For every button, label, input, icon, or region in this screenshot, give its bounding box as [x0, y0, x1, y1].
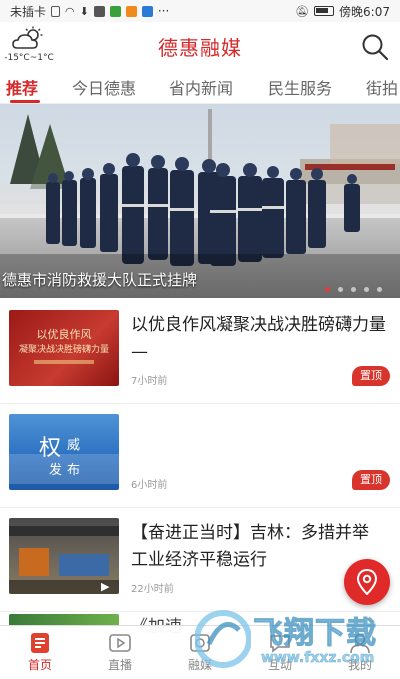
news-item[interactable]: ▶ 【奋进正当时】吉林：多措并举 工业经济平稳运行 22小时前: [0, 508, 400, 612]
wifi-icon: ◠: [65, 4, 75, 18]
thumb-machine: [59, 554, 109, 576]
thumb-machine: [19, 548, 49, 576]
pinned-badge: 置顶: [352, 366, 390, 386]
news-thumbnail: 以优良作风 凝聚决战决胜磅礴力量: [9, 310, 119, 386]
more-icon: ···: [157, 4, 170, 18]
news-item[interactable]: 权 威 发 布 6小时前 置顶: [0, 404, 400, 508]
thumb-text: 发: [49, 463, 63, 478]
nav-media[interactable]: 融媒: [160, 626, 240, 679]
thumb-text: 凝聚决战决胜磅礴力量: [18, 345, 109, 355]
nav-label: 融媒: [187, 658, 212, 672]
nav-home[interactable]: 首页: [0, 626, 80, 679]
nav-interact[interactable]: 互动: [240, 626, 320, 679]
tab-indicator: [10, 100, 40, 103]
pinned-badge: 置顶: [352, 470, 390, 490]
thumb-divider: [34, 360, 94, 364]
thumb-text: 以优良作风: [36, 328, 92, 341]
play-icon: ▶: [101, 580, 110, 593]
thumb-text: 权: [39, 436, 62, 461]
app-header: -15°C~1°C 德惠融媒: [0, 22, 400, 70]
tab-recommend[interactable]: 推荐: [6, 75, 38, 99]
app-notify-icon-blue: [141, 5, 153, 17]
news-time: 6小时前: [131, 480, 168, 491]
location-pin-icon: [356, 569, 378, 595]
news-thumbnail: 权 威 发 布: [9, 414, 119, 490]
carousel-dot[interactable]: [351, 287, 356, 292]
nav-label: 互动: [267, 658, 292, 672]
sim-icon: [51, 5, 61, 17]
search-icon[interactable]: [360, 32, 390, 62]
app-notify-icon: [93, 5, 105, 17]
location-button[interactable]: [344, 559, 390, 605]
status-bar: 未插卡 ◠ ⬇ ··· 🔕︎ 傍晚6:07: [0, 0, 400, 22]
battery-icon: [314, 6, 335, 16]
thumb-roof: [9, 526, 119, 536]
app-notify-icon-green: [109, 5, 121, 17]
category-tabs: 推荐 今日德惠 省内新闻 民生服务 街拍: [0, 70, 400, 104]
news-title: 以优良作风凝聚决战决胜磅礴力量—: [131, 315, 386, 362]
bottom-nav: 首页 直播 融媒 互动 我的: [0, 625, 400, 679]
live-icon: [109, 634, 131, 652]
thumb-wave: [9, 454, 119, 484]
carousel-dot[interactable]: [377, 287, 382, 292]
news-item[interactable]: 以优良作风 凝聚决战决胜磅礴力量 以优良作风凝聚决战决胜磅礴力量— 7小时前 置…: [0, 300, 400, 404]
mute-icon: 🔕︎: [295, 4, 310, 18]
download-icon: ⬇: [79, 4, 89, 18]
nav-label: 直播: [107, 658, 132, 672]
media-icon: [190, 634, 210, 652]
thumb-text: 威: [67, 438, 81, 453]
news-time: 22小时前: [131, 584, 174, 595]
nav-label: 我的: [347, 658, 372, 672]
carrier-text: 未插卡: [10, 4, 47, 19]
app-notify-icon-orange: [125, 5, 137, 17]
carousel-dot[interactable]: [364, 287, 369, 292]
tab-province-news[interactable]: 省内新闻: [169, 75, 233, 99]
carousel-dots: [325, 287, 382, 292]
carousel-dot[interactable]: [325, 287, 330, 292]
tab-street-photo[interactable]: 街拍: [366, 75, 398, 99]
news-thumbnail: ▶: [9, 518, 119, 594]
interact-icon: [270, 635, 290, 653]
carousel-dot[interactable]: [338, 287, 343, 292]
nav-live[interactable]: 直播: [80, 626, 160, 679]
tab-today-dehui[interactable]: 今日德惠: [72, 75, 136, 99]
clock-text: 傍晚6:07: [339, 4, 390, 19]
tab-livelihood[interactable]: 民生服务: [268, 75, 332, 99]
news-time: 7小时前: [131, 376, 168, 387]
nav-label: 首页: [27, 658, 52, 672]
app-title: 德惠融媒: [158, 36, 242, 60]
thumb-text: 布: [67, 463, 81, 478]
profile-icon: [350, 633, 370, 654]
home-icon: [31, 633, 49, 653]
nav-profile[interactable]: 我的: [320, 626, 400, 679]
banner-caption: 德惠市消防救援大队正式挂牌: [2, 271, 198, 289]
banner-carousel[interactable]: 德惠市消防救援大队正式挂牌: [0, 104, 400, 298]
